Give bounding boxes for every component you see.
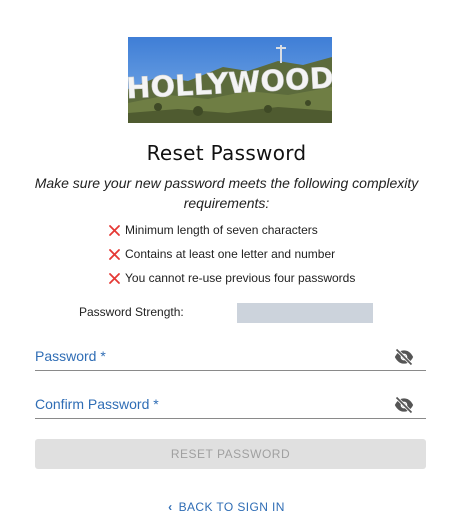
page-title: Reset Password: [146, 141, 307, 165]
requirement-label: Minimum length of seven characters: [125, 223, 318, 237]
reset-password-button[interactable]: RESET PASSWORD: [35, 439, 426, 469]
confirm-password-field[interactable]: Confirm Password *: [35, 394, 426, 419]
password-strength-label: Password Strength:: [79, 305, 184, 319]
requirement-item: You cannot re-use previous four password…: [108, 266, 408, 290]
requirement-label: You cannot re-use previous four password…: [125, 271, 356, 285]
eye-off-icon[interactable]: [394, 348, 414, 366]
confirm-password-input[interactable]: [35, 394, 389, 418]
x-icon: [109, 224, 120, 236]
hollywood-sign-image: HOLLYWOOD: [128, 37, 332, 123]
password-strength-meter: [237, 303, 373, 323]
requirement-item: Minimum length of seven characters: [108, 218, 408, 242]
password-input[interactable]: [35, 346, 389, 370]
back-to-sign-in-link[interactable]: ‹ BACK TO SIGN IN: [0, 500, 453, 514]
requirement-label: Contains at least one letter and number: [125, 247, 336, 261]
requirement-item: Contains at least one letter and number: [108, 242, 408, 266]
chevron-left-icon: ‹: [168, 500, 173, 514]
x-icon: [109, 272, 120, 284]
x-icon: [109, 248, 120, 260]
complexity-instructions: Make sure your new password meets the fo…: [34, 175, 419, 211]
eye-off-icon[interactable]: [394, 396, 414, 414]
password-field[interactable]: Password *: [35, 346, 426, 371]
requirements-list: Minimum length of seven characters Conta…: [108, 218, 408, 290]
back-to-sign-in-label: BACK TO SIGN IN: [178, 500, 285, 514]
